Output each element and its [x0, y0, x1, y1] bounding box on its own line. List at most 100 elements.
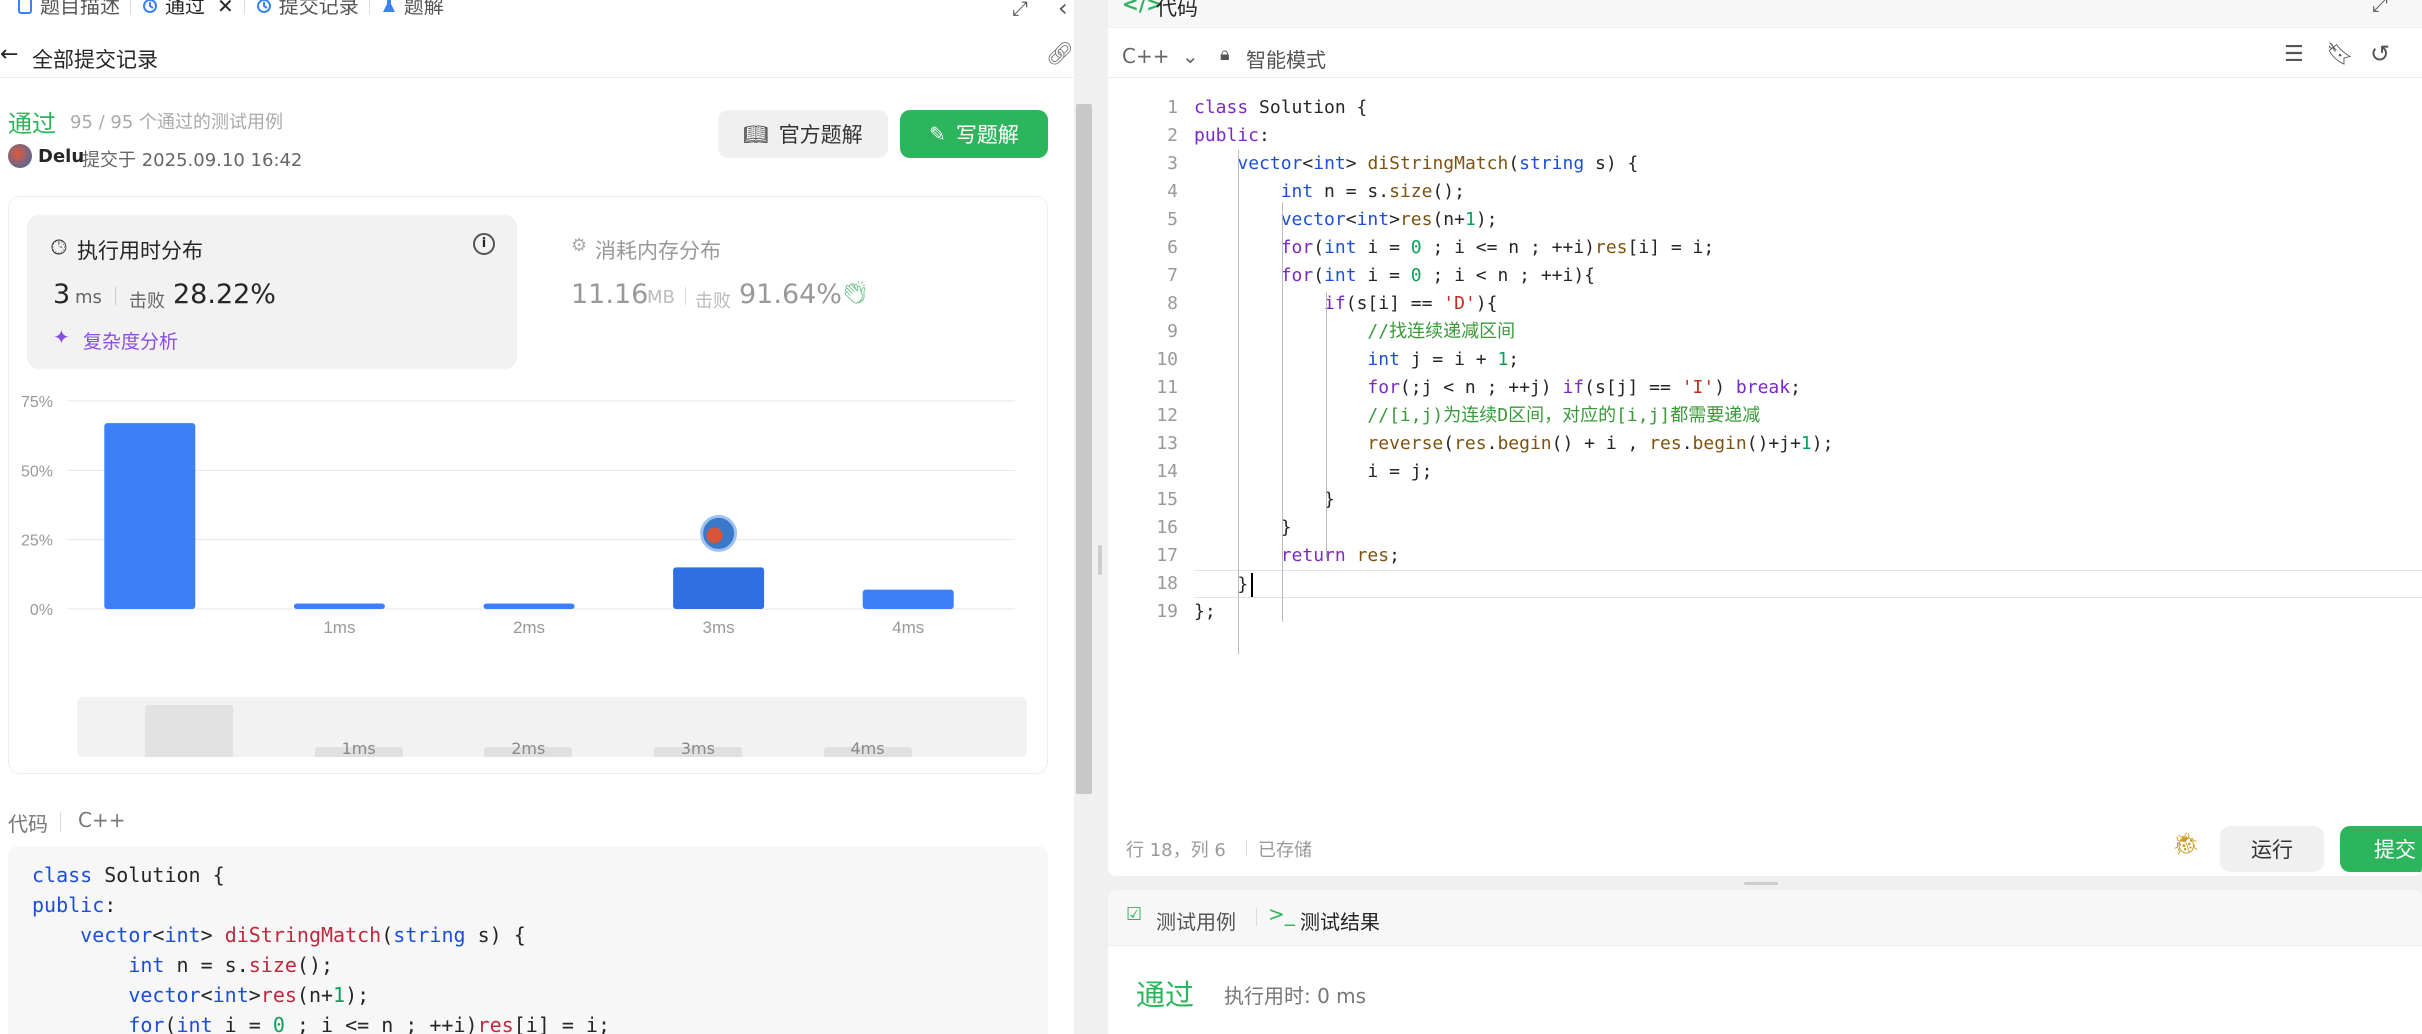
memory-beats-label: 击败 [695, 291, 731, 312]
code-line[interactable]: } [1194, 514, 2422, 542]
code-line[interactable]: for(int i = 0 ; i < n ; ++i){ [1194, 262, 2422, 290]
runtime-title: 执行用时分布 [77, 239, 203, 263]
collapse-panel-icon[interactable]: ‹ [1058, 0, 1068, 22]
info-icon[interactable]: i [473, 233, 495, 255]
code-line[interactable]: public: [1194, 122, 2422, 150]
official-solution-label: 官方题解 [778, 123, 863, 147]
mode-label[interactable]: 智能模式 [1246, 44, 1326, 73]
chart-overview[interactable]: 1ms 2ms 3ms 4ms [77, 697, 1027, 758]
arrow-left-icon[interactable]: ← [0, 42, 18, 67]
submitted-at: 提交于 2025.09.10 16:42 [82, 150, 303, 171]
horizontal-resize-handle[interactable] [1744, 882, 1778, 885]
code-line[interactable]: int n = s.size(); [1194, 178, 2422, 206]
code-line[interactable]: } [1194, 486, 2422, 514]
flask-icon [380, 0, 398, 15]
chart-bar[interactable] [293, 603, 385, 609]
official-solution-button[interactable]: 📖︎ 官方题解 [718, 110, 888, 158]
bookmark-icon[interactable]: 🔖︎ [2326, 42, 2354, 67]
y-tick-label: 25% [21, 533, 53, 550]
chart-bar[interactable] [862, 589, 954, 609]
code-line[interactable]: vector<int>res(n+1); [1194, 206, 2422, 234]
code-line[interactable]: for(;j < n ; ++j) if(s[j] == 'I') break; [1194, 374, 2422, 402]
code-line[interactable]: class Solution { [1194, 94, 2422, 122]
line-number: 18 [1156, 573, 1178, 594]
code-line[interactable]: for(int i = 0 ; i <= n ; ++i)res[i] = i; [1194, 234, 2422, 262]
runtime-beats-label: 击败 [129, 291, 165, 312]
code-line[interactable]: i = j; [1194, 458, 2422, 486]
user-name[interactable]: Delu [38, 146, 84, 167]
line-number: 7 [1167, 265, 1178, 286]
indent-guide [1238, 150, 1239, 654]
runtime-divider [115, 287, 116, 305]
write-solution-label: 写题解 [955, 123, 1019, 147]
close-icon[interactable]: ✕ [217, 0, 234, 16]
preview-code-line: int n = s.size(); [128, 953, 334, 977]
run-button[interactable]: 运行 [2220, 826, 2324, 872]
clock-icon: 🕒︎ [51, 235, 67, 259]
result-panel: ☑ 测试用例 >_ 测试结果 通过 执行用时: 0 ms [1108, 890, 2422, 1034]
submit-label: 提交 [2374, 838, 2416, 862]
runtime-unit: ms [75, 287, 102, 308]
chart-bar[interactable] [673, 567, 765, 609]
line-number: 4 [1167, 181, 1178, 202]
code-line[interactable]: } [1194, 570, 2422, 598]
line-number: 13 [1156, 433, 1178, 454]
code-editor[interactable]: 1 class Solution {2 public: 3 vector<int> d… [1108, 94, 2422, 654]
preview-code-line: public: [32, 893, 117, 917]
chevron-down-icon: ⌄ [1181, 44, 1199, 68]
code-line[interactable]: reverse(res.begin() + i , res.begin()+j+… [1194, 430, 2422, 458]
expand-icon[interactable]: ⤢ [1012, 0, 1028, 20]
debug-icon[interactable]: 🐞︎ [2172, 832, 2200, 857]
x-tick-label: 4ms [892, 618, 924, 637]
write-solution-button[interactable]: ✎ 写题解 [900, 110, 1048, 158]
code-line[interactable]: if(s[i] == 'D'){ [1194, 290, 2422, 318]
tab-solutions-label: 题解 [403, 0, 444, 18]
memory-card[interactable]: ⚙ 消耗内存分布 11.16 MB 击败 91.64% 👏︎ [545, 215, 1035, 369]
resize-handle[interactable] [1098, 545, 1102, 575]
checkbox-icon: ☑ [1126, 904, 1143, 925]
line-number: 14 [1156, 461, 1178, 482]
back-bar: ← 全部提交记录 🔗︎ [0, 38, 1074, 78]
tab-description[interactable]: 题目描述 [6, 0, 130, 16]
chart-bar[interactable] [104, 423, 196, 609]
left-tab-bar: 题目描述 通过 ✕ 提交记录 题解 [0, 0, 1074, 18]
code-line[interactable]: //[i,j)为连续D区间，对应的[i,j]都需要递减 [1194, 402, 2422, 430]
code-line[interactable]: }; [1194, 598, 2422, 626]
memory-unit: MB [647, 287, 675, 308]
submit-button[interactable]: 提交 [2340, 826, 2422, 872]
code-label: 代码 [8, 812, 48, 836]
editor-header: </> 代码 ⤢ [1108, 0, 2422, 28]
line-number: 15 [1156, 489, 1178, 510]
avatar [8, 144, 32, 168]
tab-solutions[interactable]: 题解 [370, 0, 454, 18]
y-tick-label: 50% [21, 463, 53, 480]
tab-testcase[interactable]: 测试用例 [1156, 906, 1236, 935]
format-icon[interactable]: ☰ [2284, 42, 2304, 67]
overview-label: 4ms [850, 739, 885, 758]
memory-value: 11.16 [571, 279, 649, 310]
chart-bar[interactable] [483, 603, 575, 609]
code-preview: class Solution {public: vector<int> diSt… [8, 846, 1048, 1034]
language-select[interactable]: C++ ⌄ [1122, 44, 1199, 68]
text-cursor [1251, 573, 1253, 597]
code-line[interactable]: return res; [1194, 542, 2422, 570]
code-line[interactable]: vector<int> diStringMatch(string s) { [1194, 150, 2422, 178]
link-icon[interactable]: 🔗︎ [1046, 42, 1074, 67]
code-line[interactable]: //找连续递减区间 [1194, 318, 2422, 346]
left-scrollbar[interactable] [1076, 104, 1092, 794]
y-tick-label: 0% [30, 602, 53, 619]
tab-divider [1256, 908, 1257, 926]
tab-submissions[interactable]: 提交记录 [245, 0, 369, 16]
code-line[interactable]: int j = i + 1; [1194, 346, 2422, 374]
tab-accepted[interactable]: 通过 ✕ [131, 0, 244, 18]
line-number: 6 [1167, 237, 1178, 258]
complexity-analysis-link[interactable]: 复杂度分析 [83, 327, 178, 354]
clap-icon: 👏︎ [841, 281, 869, 306]
back-label[interactable]: 全部提交记录 [32, 44, 158, 74]
undo-icon[interactable]: ↺ [2370, 40, 2390, 68]
expand-icon[interactable]: ⤢ [2372, 0, 2388, 16]
overview-bar [145, 705, 233, 757]
runtime-card[interactable]: 🕒︎ 执行用时分布 i 3 ms 击败 28.22% ✦ 复杂度分析 [27, 215, 517, 369]
tab-accepted-label: 通过 [165, 0, 205, 18]
tab-result[interactable]: 测试结果 [1300, 906, 1380, 935]
